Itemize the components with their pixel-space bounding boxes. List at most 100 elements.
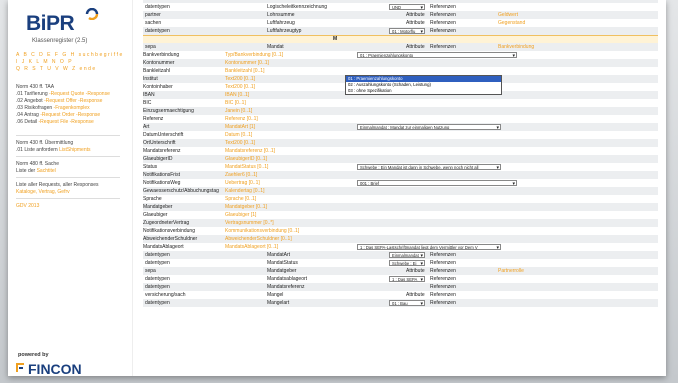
attribute-type-link[interactable]: AbweichenderSchuldner [0..1] — [225, 235, 335, 243]
attribute-row[interactable]: Einzugsermaechtigung Janein [0..1] — [143, 107, 658, 115]
class-name-cell[interactable]: M — [333, 36, 453, 43]
value-select[interactable]: 01 : Motorflu — [389, 28, 425, 34]
attribute-row[interactable]: Glaeubiger Glaeubiger [1] — [143, 211, 658, 219]
attribute-type-link[interactable]: Glaeubiger [1] — [225, 211, 335, 219]
attribute-row[interactable]: Sprache Sprache [0..1] — [143, 195, 658, 203]
attribute-value-select[interactable]: 001 : Brief — [357, 180, 517, 186]
dropdown-option[interactable]: 03 : ohne Spezifikation — [346, 88, 501, 94]
attribute-type-link[interactable]: IBAN [0..1] — [225, 91, 335, 99]
attribute-type-link[interactable]: Bankleitzahl [0..1] — [225, 67, 335, 75]
class-name-cell[interactable]: Luftfahrzeugtyp — [267, 27, 387, 35]
class-name-cell[interactable]: MandatArt — [267, 251, 387, 259]
class-name-cell[interactable]: MandatStatus — [267, 259, 387, 267]
taa-item[interactable]: .04 Antrag -Request Order -Response — [16, 112, 100, 118]
taa-item[interactable]: .06 Detail -Request File -Response — [16, 119, 94, 125]
attribute-type-link[interactable]: Mandatgeber [0..1] — [225, 203, 335, 211]
footer-links-line-1[interactable]: Liste aller Requests, aller Responses — [16, 182, 99, 188]
letter-index-line-1[interactable]: A B C D E F G H suchbegriffe — [16, 52, 124, 58]
list-request-link[interactable]: .01 Liste anfordern ListShipments — [16, 147, 91, 153]
taa-item-links[interactable]: -Request Quote -Response — [49, 91, 110, 97]
gdv-link[interactable]: GDV 2013 — [16, 203, 39, 209]
attribute-row[interactable]: Mandatgeber Mandatgeber [0..1] — [143, 203, 658, 211]
attribute-row[interactable]: Kontonummer Kontonummer [0..1] — [143, 59, 658, 67]
attribute-type-link[interactable]: MandatsAblageort [0..1] — [225, 243, 335, 251]
taa-item-links[interactable]: -Request Offer -Response — [44, 98, 102, 104]
attribute-row[interactable]: GlaeubigerID GlaeubigerID [0..1] — [143, 155, 658, 163]
list-shipments-link[interactable]: ListShipments — [59, 147, 90, 153]
attribute-row[interactable]: NotifikationsFrist Zaehler6 [0..1] — [143, 171, 658, 179]
attribute-type-link[interactable]: Mandatsreferenz [0..1] — [225, 147, 335, 155]
attribute-type-link[interactable]: Uebertrag [0..1] — [225, 179, 335, 187]
attribute-type-link[interactable]: BIC [0..1] — [225, 99, 335, 107]
attribute-row[interactable]: Status MandatStatus [0..1] Schwebe : Ein M… — [143, 163, 658, 171]
table-row[interactable]: datentypen LogischeleitkennzeichnungUND Re… — [143, 3, 658, 11]
attribute-type-link[interactable]: Referenz [0..1] — [225, 115, 335, 123]
bipro-logo[interactable]: BiPR — [26, 12, 75, 36]
value-select[interactable]: 1 : Das SEPA — [389, 276, 425, 282]
taa-item[interactable]: .03 Risikofragen -Fragenkomplex — [16, 105, 90, 111]
class-name-cell[interactable]: Mandatsreferenz — [267, 283, 387, 291]
fincon-logo[interactable]: FINCON — [28, 361, 82, 376]
table-row[interactable]: sepa Mandat Attribute Referenzen Bankverbind… — [143, 43, 658, 51]
references-link[interactable]: Referenzen — [430, 251, 470, 259]
attribute-row[interactable]: Bankverbindung Typ/Bankverbindung [0..1] 0… — [143, 51, 658, 59]
attribute-row[interactable]: NotifikationsWeg Uebertrag [0..1] 001 : Br… — [143, 179, 658, 187]
class-name-cell[interactable]: Luftfahrzeug — [267, 19, 387, 27]
attribute-type-link[interactable]: Kontonummer [0..1] — [225, 59, 335, 67]
value-select[interactable]: Einmalmandat — [389, 252, 425, 258]
references-link[interactable]: Referenzen — [430, 291, 470, 299]
class-name-cell[interactable]: Mandatsablageort — [267, 275, 387, 283]
attribute-value-select[interactable]: 01 : Praemienzahlungskonto — [357, 52, 517, 58]
attribute-type-link[interactable]: Vertragsnummer [0..*] — [225, 219, 335, 227]
table-row[interactable]: sepa Mandatgeber Attribute Referenzen Partne… — [143, 267, 658, 275]
table-row[interactable]: datentypen Mandatsreferenz Referenzen — [143, 283, 658, 291]
class-name-cell[interactable]: Mandat — [267, 43, 387, 51]
attribute-row[interactable]: ZugeordneterVertrag Vertragsnummer [0..*] — [143, 219, 658, 227]
references-link[interactable]: Referenzen — [430, 19, 470, 27]
taa-item[interactable]: .02 Angebot -Request Offer -Response — [16, 98, 102, 104]
table-row[interactable]: datentypen Mangelart01 : Bau Referenzen — [143, 299, 658, 307]
references-link[interactable]: Referenzen — [430, 43, 470, 51]
references-link[interactable]: Referenzen — [430, 275, 470, 283]
attribute-value-select[interactable]: 1 : Das SEPA-Lastschriftmandat liegt dem… — [357, 244, 501, 250]
attribute-row[interactable]: DatumUnterschrift Datum [0..1] — [143, 131, 658, 139]
attribute-type-link[interactable]: MandatArt [1] — [225, 123, 335, 131]
attribute-row[interactable]: Referenz Referenz [0..1] — [143, 115, 658, 123]
class-name-cell[interactable]: Mangelart — [267, 299, 387, 307]
attribute-type-link[interactable]: Sprache [0..1] — [225, 195, 335, 203]
parent-class-link[interactable]: Gegenstand — [498, 19, 558, 27]
table-row[interactable]: sachen Luftfahrzeug Attribute Referenzen Geg… — [143, 19, 658, 27]
table-row[interactable]: partner Lohnsumme Attribute Referenzen Geldw… — [143, 11, 658, 19]
references-link[interactable]: Referenzen — [430, 283, 470, 291]
attribute-type-link[interactable]: Datum [0..1] — [225, 131, 335, 139]
attribute-type-link[interactable]: Zaehler6 [0..1] — [225, 171, 335, 179]
footer-links-line-2[interactable]: Kataloge, Vertrag, Gefrv — [16, 189, 70, 195]
references-link[interactable]: Referenzen — [430, 27, 470, 35]
table-row[interactable]: versicherung/sach Mangel Attribute Referenz… — [143, 291, 658, 299]
attribute-row[interactable]: Art MandatArt [1] Einmalmandat : Mandat zu… — [143, 123, 658, 131]
taa-item-links[interactable]: -Request File -Response — [39, 119, 94, 125]
table-row[interactable]: datentypen Luftfahrzeugtyp01 : Motorflu Re… — [143, 27, 658, 35]
references-link[interactable]: Referenzen — [430, 11, 470, 19]
parent-class-link[interactable]: Bankverbindung — [498, 43, 558, 51]
references-link[interactable]: Referenzen — [430, 3, 470, 11]
references-link[interactable]: Referenzen — [430, 267, 470, 275]
taa-item-links[interactable]: -Fragenkomplex — [54, 105, 90, 111]
attribute-row[interactable]: OrtUnterschrift Text200 [0..1] — [143, 139, 658, 147]
class-name-cell[interactable]: Logischeleitkennzeichnung — [267, 3, 387, 11]
attribute-row[interactable]: Notifikationsverbindung Kommunikationsver… — [143, 227, 658, 235]
attribute-type-link[interactable]: Text200 [0..1] — [225, 139, 335, 147]
attribute-type-link[interactable]: GlaeubigerID [0..1] — [225, 155, 335, 163]
attribute-type-link[interactable]: Janein [0..1] — [225, 107, 335, 115]
attribute-type-link[interactable]: MandatStatus [0..1] — [225, 163, 335, 171]
value-select[interactable]: UND — [389, 4, 425, 10]
references-link[interactable]: Referenzen — [430, 299, 470, 307]
letter-index-line-2[interactable]: I J K L M N O P — [16, 59, 73, 65]
attribute-row[interactable]: Mandatsreferenz Mandatsreferenz [0..1] — [143, 147, 658, 155]
attribute-row[interactable]: MandatsAblageort MandatsAblageort [0..1] 1… — [143, 243, 658, 251]
attribute-row[interactable]: AbweichenderSchuldner AbweichenderSchuldn… — [143, 235, 658, 243]
attribute-row[interactable]: Bankleitzahl Bankleitzahl [0..1] — [143, 67, 658, 75]
taa-item[interactable]: .01 Tarifierung -Request Quote -Response — [16, 91, 110, 97]
bankverbindung-dropdown-list[interactable]: 01 : Praemienzahlungskonto 02 : Auszahlun… — [345, 75, 502, 95]
table-row[interactable]: datentypen MandatStatusSchwebe : Ei Refere… — [143, 259, 658, 267]
